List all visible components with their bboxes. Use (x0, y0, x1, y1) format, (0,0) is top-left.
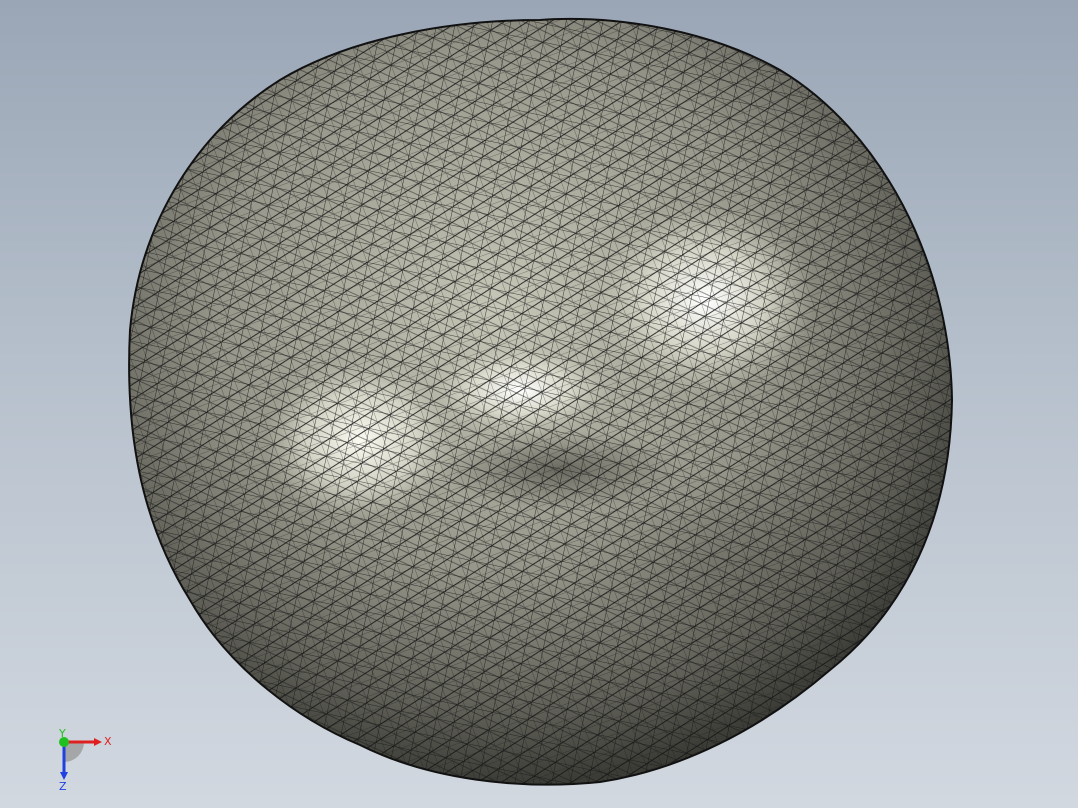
y-axis-label: Y (58, 728, 66, 740)
surface-shading (129, 18, 953, 785)
x-axis-label: X (104, 735, 112, 748)
mesh-edges-b (129, 18, 953, 785)
graphics-viewport[interactable]: X Y Z (0, 0, 1078, 808)
mesh-model[interactable] (0, 0, 1078, 808)
x-axis-head (94, 738, 102, 746)
z-axis-head (60, 772, 68, 780)
orientation-triad[interactable]: X Y Z (40, 728, 120, 792)
z-axis-label: Z (59, 780, 67, 792)
